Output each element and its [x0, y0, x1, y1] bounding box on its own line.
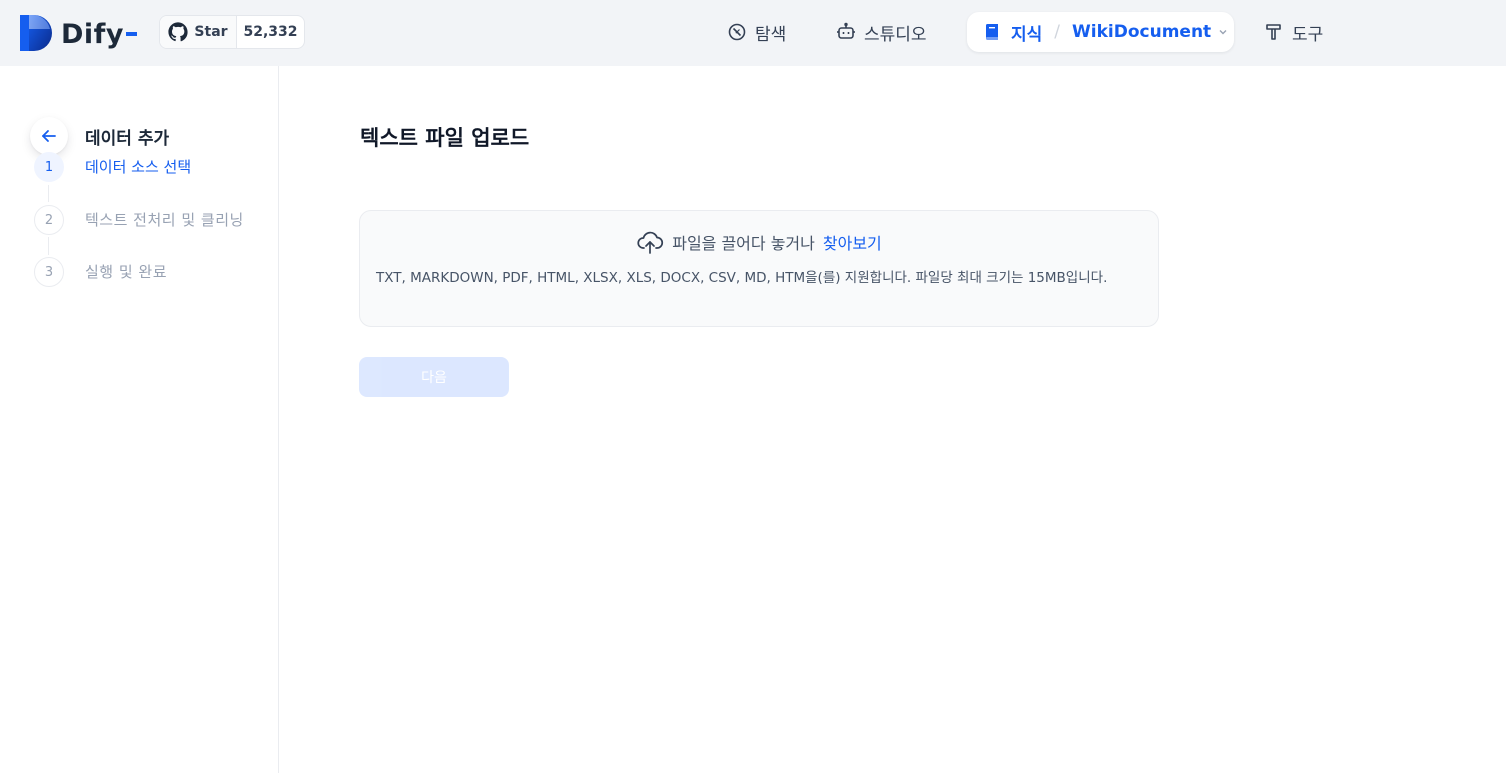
nav-studio[interactable]: 스튜디오 — [836, 14, 927, 50]
book-icon — [986, 24, 998, 40]
github-star-label: Star — [194, 24, 228, 40]
next-button[interactable]: 다음 — [359, 357, 509, 397]
nav-tools[interactable]: 도구 — [1264, 14, 1323, 50]
app-logo[interactable]: Dify — [20, 15, 138, 51]
page-title: 텍스트 파일 업로드 — [360, 126, 530, 150]
step-number: 3 — [34, 257, 64, 287]
nav-knowledge[interactable]: 지식 / WikiDocument — [967, 12, 1234, 52]
browse-link[interactable]: 찾아보기 — [823, 230, 882, 254]
nav-explore[interactable]: 탐색 — [727, 14, 786, 50]
back-button[interactable] — [30, 117, 68, 155]
step-connector — [48, 185, 49, 202]
dify-logo-icon — [20, 15, 52, 51]
nav-separator: / — [1054, 22, 1061, 42]
nav-tools-label: 도구 — [1292, 24, 1324, 45]
file-dropzone[interactable]: 파일을 끌어다 놓거나 찾아보기 TXT, MARKDOWN, PDF, HTM… — [359, 210, 1159, 327]
dropzone-prompt-row: 파일을 끌어다 놓거나 찾아보기 — [360, 228, 1158, 256]
nav-explore-label: 탐색 — [755, 24, 787, 45]
github-star-count: 52,332 — [243, 24, 298, 40]
logo-underscore — [126, 32, 138, 36]
step-label: 데이터 소스 선택 — [85, 158, 192, 176]
compass-icon — [728, 23, 746, 41]
cloud-upload-icon — [637, 231, 664, 254]
step-connector — [48, 237, 49, 255]
github-star-badge[interactable]: Star 52,332 — [159, 15, 305, 49]
chevron-down-icon[interactable] — [1217, 26, 1229, 38]
step-number: 1 — [34, 152, 64, 182]
github-icon — [168, 22, 189, 42]
step-preprocess: 2 텍스트 전처리 및 클리닝 — [34, 205, 255, 235]
sidebar-title: 데이터 추가 — [85, 129, 170, 149]
app-name: Dify — [61, 18, 125, 50]
nav-knowledge-label: 지식 — [1011, 24, 1043, 45]
supported-formats-note: TXT, MARKDOWN, PDF, HTML, XLSX, XLS, DOC… — [376, 270, 1108, 286]
hammer-icon — [1266, 24, 1281, 40]
step-number: 2 — [34, 205, 64, 235]
step-label: 실행 및 완료 — [85, 263, 168, 281]
knowledge-selector[interactable]: WikiDocument — [1072, 22, 1211, 42]
step-label: 텍스트 전처리 및 클리닝 — [85, 211, 244, 229]
step-data-source: 1 데이터 소스 선택 — [34, 152, 255, 182]
arrow-left-icon — [42, 130, 56, 142]
github-star-button[interactable]: Star — [160, 16, 237, 48]
dropzone-prompt: 파일을 끌어다 놓거나 — [672, 234, 815, 253]
step-execute: 3 실행 및 완료 — [34, 257, 255, 287]
top-header: Dify Star 52,332 탐색 스튜디오 지식 / WikiDocume… — [0, 0, 1506, 66]
robot-icon — [837, 22, 855, 39]
nav-studio-label: 스튜디오 — [864, 24, 927, 45]
